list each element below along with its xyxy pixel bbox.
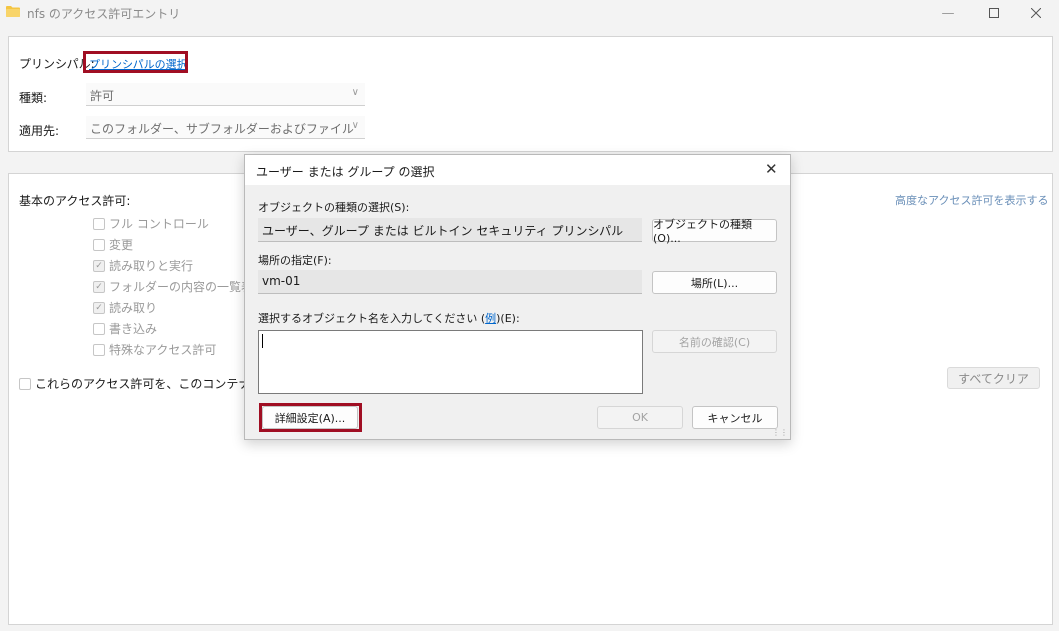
minimize-button[interactable]: — bbox=[925, 0, 971, 26]
object-type-field: ユーザー、グループ または ビルトイン セキュリティ プリンシパル bbox=[258, 218, 642, 242]
object-names-label-suffix: )(E): bbox=[496, 312, 520, 325]
applies-to-select[interactable]: このフォルダー、サブフォルダーおよびファイル ∨ bbox=[86, 116, 365, 139]
perm-label: フォルダーの内容の一覧表示 bbox=[109, 280, 266, 294]
perm-label: 特殊なアクセス許可 bbox=[109, 343, 217, 357]
location-value: vm-01 bbox=[262, 274, 301, 288]
applies-to-label: 適用先: bbox=[19, 124, 60, 138]
title-bar: nfs のアクセス許可エントリ — bbox=[0, 0, 1059, 26]
window-title: nfs のアクセス許可エントリ bbox=[27, 7, 181, 21]
basic-permissions-header: 基本のアクセス許可: bbox=[19, 194, 131, 208]
chevron-down-icon: ∨ bbox=[351, 120, 359, 131]
check-icon: ✓ bbox=[95, 302, 103, 313]
object-type-value: ユーザー、グループ または ビルトイン セキュリティ プリンシパル bbox=[262, 224, 624, 238]
type-select[interactable]: 許可 ∨ bbox=[86, 83, 365, 106]
locations-button[interactable]: 場所(L)... bbox=[652, 271, 777, 294]
checkbox[interactable] bbox=[93, 217, 105, 230]
perm-special[interactable]: 特殊なアクセス許可 bbox=[93, 341, 216, 358]
object-type-label: オブジェクトの種類の選択(S): bbox=[258, 201, 410, 214]
object-names-input[interactable] bbox=[258, 330, 643, 394]
perm-label: 書き込み bbox=[109, 322, 158, 336]
principal-panel: プリンシパル: プリンシパルの選択 種類: 許可 ∨ 適用先: このフォルダー、… bbox=[8, 36, 1053, 152]
object-names-label: 選択するオブジェクト名を入力してください (例)(E): bbox=[258, 310, 520, 326]
checkbox-checked[interactable]: ✓ bbox=[93, 280, 105, 293]
checkbox[interactable] bbox=[93, 343, 105, 356]
perm-label: フル コントロール bbox=[109, 217, 209, 231]
checkbox-checked[interactable]: ✓ bbox=[93, 259, 105, 272]
maximize-icon bbox=[989, 8, 999, 18]
perm-modify[interactable]: 変更 bbox=[93, 236, 133, 253]
chevron-down-icon: ∨ bbox=[351, 87, 359, 98]
check-names-button[interactable]: 名前の確認(C) bbox=[652, 330, 777, 353]
close-button[interactable] bbox=[1013, 0, 1059, 26]
dialog-title-bar: ユーザー または グループ の選択 ✕ bbox=[245, 155, 790, 185]
perm-label: 読み取り bbox=[109, 301, 158, 315]
resize-grip-icon[interactable]: ⋮⋮ bbox=[772, 429, 788, 437]
cancel-button[interactable]: キャンセル bbox=[692, 406, 778, 429]
perm-label: 変更 bbox=[109, 238, 134, 252]
checkbox-checked[interactable]: ✓ bbox=[93, 301, 105, 314]
checkbox[interactable] bbox=[19, 377, 31, 390]
type-label: 種類: bbox=[19, 91, 48, 105]
perm-write[interactable]: 書き込み bbox=[93, 320, 157, 337]
highlight-box bbox=[83, 51, 188, 73]
object-types-button[interactable]: オブジェクトの種類(O)... bbox=[652, 218, 777, 245]
select-users-dialog: ユーザー または グループ の選択 ✕ オブジェクトの種類の選択(S): ユーザ… bbox=[244, 154, 791, 440]
perm-list-folder[interactable]: ✓ フォルダーの内容の一覧表示 bbox=[93, 278, 265, 295]
location-field: vm-01 bbox=[258, 270, 642, 294]
dialog-title: ユーザー または グループ の選択 bbox=[256, 165, 435, 179]
examples-link[interactable]: 例 bbox=[485, 312, 496, 325]
check-icon: ✓ bbox=[95, 260, 103, 271]
perm-label: 読み取りと実行 bbox=[109, 259, 194, 273]
check-icon: ✓ bbox=[95, 281, 103, 292]
show-advanced-permissions-link[interactable]: 高度なアクセス許可を表示する bbox=[895, 192, 1048, 208]
ok-button[interactable]: OK bbox=[597, 406, 683, 429]
highlight-box bbox=[259, 403, 362, 432]
checkbox[interactable] bbox=[93, 322, 105, 335]
text-caret bbox=[262, 334, 263, 348]
applies-to-value: このフォルダー、サブフォルダーおよびファイル bbox=[90, 122, 354, 136]
clear-all-button[interactable]: すべてクリア bbox=[947, 367, 1040, 389]
perm-full-control[interactable]: フル コントロール bbox=[93, 215, 209, 232]
perm-read[interactable]: ✓ 読み取り bbox=[93, 299, 157, 316]
object-names-label-prefix: 選択するオブジェクト名を入力してください ( bbox=[258, 312, 486, 325]
type-value: 許可 bbox=[90, 89, 115, 103]
maximize-button[interactable] bbox=[971, 0, 1017, 26]
checkbox[interactable] bbox=[93, 238, 105, 251]
dialog-close-icon[interactable]: ✕ bbox=[765, 160, 778, 178]
perm-read-execute[interactable]: ✓ 読み取りと実行 bbox=[93, 257, 193, 274]
close-icon bbox=[1031, 8, 1041, 18]
folder-icon bbox=[6, 6, 20, 17]
location-label: 場所の指定(F): bbox=[258, 254, 332, 267]
minimize-icon: — bbox=[941, 5, 955, 21]
